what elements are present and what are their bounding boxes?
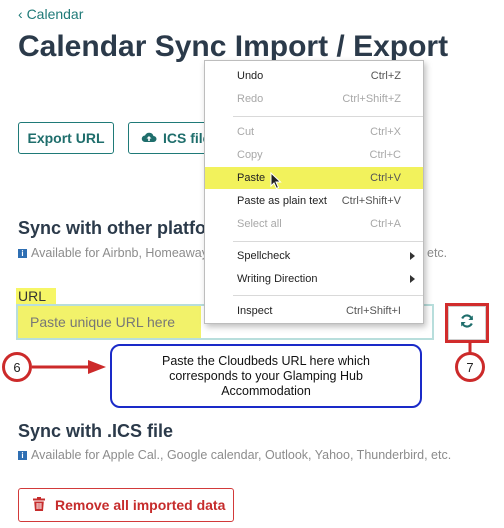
mouse-cursor-icon — [270, 171, 282, 195]
menu-item-redo[interactable]: Redo Ctrl+Shift+Z — [205, 88, 423, 110]
sync-other-note-text: Available for Airbnb, Homeaway — [31, 246, 208, 260]
menu-item-inspect[interactable]: Inspect Ctrl+Shift+I — [205, 300, 423, 322]
remove-imported-data-button[interactable]: Remove all imported data — [18, 488, 234, 522]
sync-ics-note-text: Available for Apple Cal., Google calenda… — [31, 448, 452, 462]
menu-item-select-all[interactable]: Select all Ctrl+A — [205, 213, 423, 235]
sync-other-note: i Available for Airbnb, Homeaway — [18, 246, 208, 260]
sync-ics-note: i Available for Apple Cal., Google calen… — [18, 448, 451, 462]
menu-item-undo[interactable]: Undo Ctrl+Z — [205, 65, 423, 87]
menu-item-paste-plain-text[interactable]: Paste as plain text Ctrl+Shift+V — [205, 190, 423, 212]
menu-separator — [233, 295, 423, 296]
back-link-label: Calendar — [26, 6, 84, 22]
url-input-placeholder: Paste unique URL here — [30, 314, 176, 330]
export-url-label: Export URL — [27, 130, 105, 146]
sync-ics-title: Sync with .ICS file — [18, 421, 174, 441]
info-icon: i — [18, 248, 27, 258]
menu-item-cut[interactable]: Cut Ctrl+X — [205, 121, 423, 143]
cloud-upload-icon — [141, 130, 157, 146]
sync-button-highlight-box — [445, 303, 489, 343]
menu-item-spellcheck[interactable]: Spellcheck — [205, 245, 423, 267]
remove-imported-data-label: Remove all imported data — [55, 497, 226, 513]
info-icon: i — [18, 450, 27, 460]
chevron-left-icon: ‹ — [18, 6, 23, 22]
submenu-arrow-icon — [410, 252, 415, 260]
page-title: Calendar Sync Import / Export — [18, 30, 449, 63]
url-label: URL — [16, 288, 56, 304]
menu-item-copy[interactable]: Copy Ctrl+C — [205, 144, 423, 166]
menu-separator — [233, 241, 423, 242]
sync-other-note-tail: etc. — [427, 246, 448, 260]
menu-item-paste[interactable]: Paste Ctrl+V — [205, 167, 423, 189]
arrow-up-pointer — [462, 341, 478, 359]
back-to-calendar-link[interactable]: ‹ Calendar — [18, 6, 83, 22]
arrow-pointer — [32, 358, 108, 381]
context-menu: Undo Ctrl+Z Redo Ctrl+Shift+Z Cut Ctrl+X… — [204, 60, 424, 324]
trash-icon — [33, 496, 45, 514]
menu-item-writing-direction[interactable]: Writing Direction — [205, 268, 423, 290]
export-url-button[interactable]: Export URL — [18, 122, 114, 154]
instruction-callout: Paste the Cloudbeds URL here which corre… — [110, 344, 422, 408]
step-6-marker: 6 — [2, 352, 32, 382]
menu-separator — [233, 116, 423, 117]
submenu-arrow-icon — [410, 275, 415, 283]
